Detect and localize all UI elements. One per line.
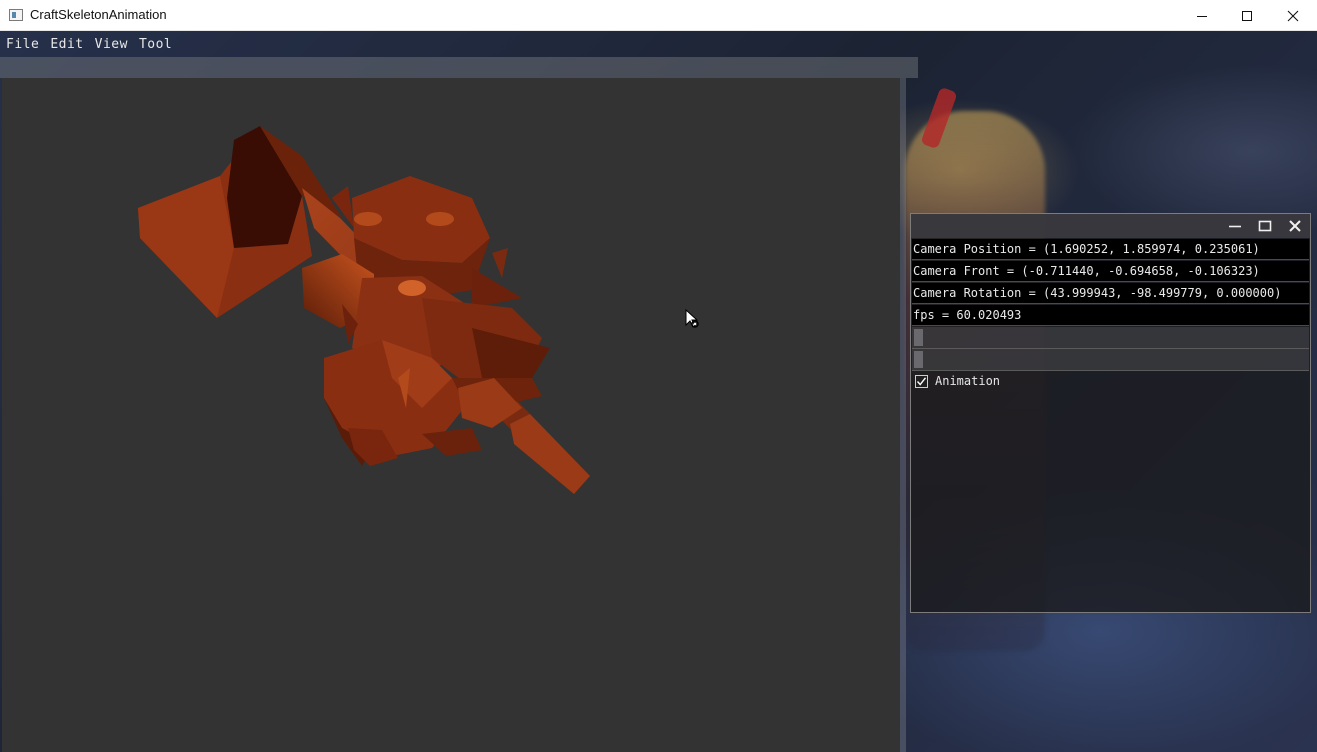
menu-edit[interactable]: Edit bbox=[44, 37, 88, 52]
camera-front-text: Camera Front = (-0.711440, -0.694658, -0… bbox=[912, 261, 1309, 282]
camera-info-panel: Camera Position = (1.690252, 1.859974, 0… bbox=[910, 213, 1311, 613]
minimize-icon bbox=[1197, 15, 1207, 17]
camera-rotation-text: Camera Rotation = (43.999943, -98.499779… bbox=[912, 283, 1309, 304]
viewport-splitter[interactable] bbox=[900, 78, 906, 752]
menu-bar: File Edit View Tool bbox=[0, 31, 900, 57]
checkmark-icon bbox=[916, 376, 927, 386]
camera-position-text: Camera Position = (1.690252, 1.859974, 0… bbox=[912, 239, 1309, 260]
animation-toggle[interactable]: Animation bbox=[915, 374, 1000, 388]
empty-slot-1 bbox=[912, 327, 1309, 349]
menu-file[interactable]: File bbox=[0, 37, 44, 52]
panel-close-button[interactable] bbox=[1282, 216, 1308, 236]
close-icon bbox=[1287, 10, 1299, 21]
window-title: CraftSkeletonAnimation bbox=[30, 7, 167, 22]
slot-handle bbox=[914, 329, 923, 346]
menu-tool[interactable]: Tool bbox=[133, 37, 177, 52]
minimize-icon bbox=[1229, 225, 1241, 228]
panel-titlebar[interactable] bbox=[911, 214, 1310, 238]
close-button[interactable] bbox=[1270, 0, 1316, 31]
menu-view[interactable]: View bbox=[89, 37, 133, 52]
fps-text: fps = 60.020493 bbox=[912, 305, 1309, 326]
maximize-icon bbox=[1242, 10, 1252, 21]
animation-label: Animation bbox=[935, 374, 1001, 388]
minimize-button[interactable] bbox=[1179, 0, 1225, 31]
3d-viewport[interactable] bbox=[2, 78, 900, 752]
close-icon bbox=[1289, 220, 1301, 232]
empty-slot-2 bbox=[912, 349, 1309, 371]
app-icon bbox=[9, 9, 23, 21]
animation-checkbox[interactable] bbox=[915, 374, 928, 388]
panel-minimize-button[interactable] bbox=[1222, 216, 1248, 236]
skeleton-model bbox=[138, 126, 590, 494]
panel-maximize-button[interactable] bbox=[1252, 216, 1278, 236]
window-titlebar: CraftSkeletonAnimation bbox=[0, 0, 1317, 31]
maximize-icon bbox=[1258, 220, 1272, 232]
toolbar-strip bbox=[0, 57, 918, 78]
slot-handle bbox=[914, 351, 923, 368]
maximize-button[interactable] bbox=[1224, 0, 1270, 31]
